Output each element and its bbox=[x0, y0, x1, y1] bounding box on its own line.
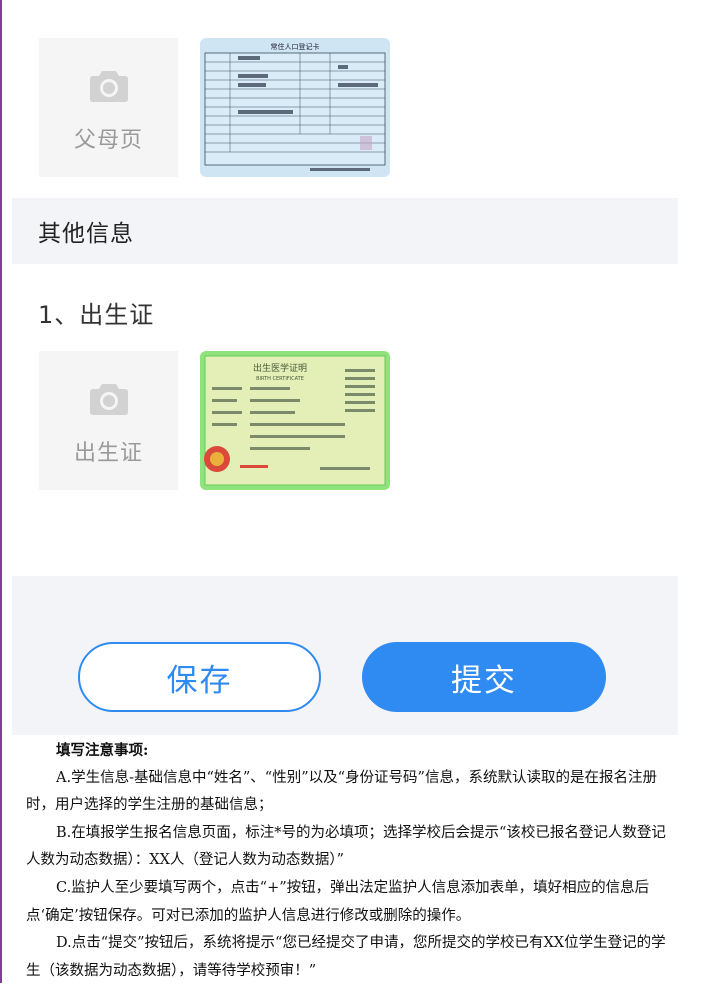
camera-icon bbox=[89, 381, 128, 415]
action-bar: 保存 提交 bbox=[12, 576, 678, 735]
save-button[interactable]: 保存 bbox=[78, 642, 321, 712]
instruction-paragraph: D.点击“提交”按钮后，系统将提示“您已经提交了申请，您所提交的学校已有XX位学… bbox=[26, 935, 666, 979]
instruction-paragraph: A.学生信息-基础信息中“姓名”、“性别”以及“身份证号码”信息，系统默认读取的… bbox=[26, 769, 657, 814]
instructions-block: 填写注意事项: A.学生信息-基础信息中“姓名”、“性别”以及“身份证号码”信息… bbox=[26, 737, 666, 985]
upload-placeholder-parents-page[interactable]: 父母页 bbox=[39, 38, 178, 177]
birth-certificate-thumbnail[interactable]: 出生医学证明 BIRTH CERTIFICATE bbox=[200, 351, 390, 490]
instruction-paragraph: C.监护人至少要填写两个，点击“+”按钮，弹出法定监护人信息添加表单，填好相应的… bbox=[26, 879, 650, 924]
household-register-thumbnail[interactable]: 常住人口登记卡 bbox=[200, 38, 390, 177]
birth-cert-subtitle: BIRTH CERTIFICATE bbox=[256, 376, 304, 382]
upload-placeholder-birth-certificate[interactable]: 出生证 bbox=[39, 351, 178, 490]
item-title-birth-certificate: 1、出生证 bbox=[38, 301, 155, 329]
birth-cert-title: 出生医学证明 bbox=[253, 362, 307, 374]
left-border-line bbox=[0, 0, 2, 983]
submit-button[interactable]: 提交 bbox=[362, 642, 606, 712]
instructions-title: 填写注意事项: bbox=[56, 742, 149, 759]
household-card-title: 常住人口登记卡 bbox=[271, 42, 320, 51]
section-title: 其他信息 bbox=[38, 221, 134, 247]
instruction-paragraph: B.在填报学生报名信息页面，标注*号的为必填项；选择学校后会提示“该校已报名登记… bbox=[26, 824, 666, 869]
placeholder-label: 出生证 bbox=[73, 441, 143, 466]
camera-icon bbox=[89, 68, 128, 102]
form-page: 父母页 常住人口登记卡 其他信息 1、出生证 出生证 出生医学证明 BIRTH … bbox=[12, 0, 678, 735]
placeholder-label: 父母页 bbox=[73, 128, 143, 153]
section-header-other-info: 其他信息 bbox=[12, 198, 678, 264]
